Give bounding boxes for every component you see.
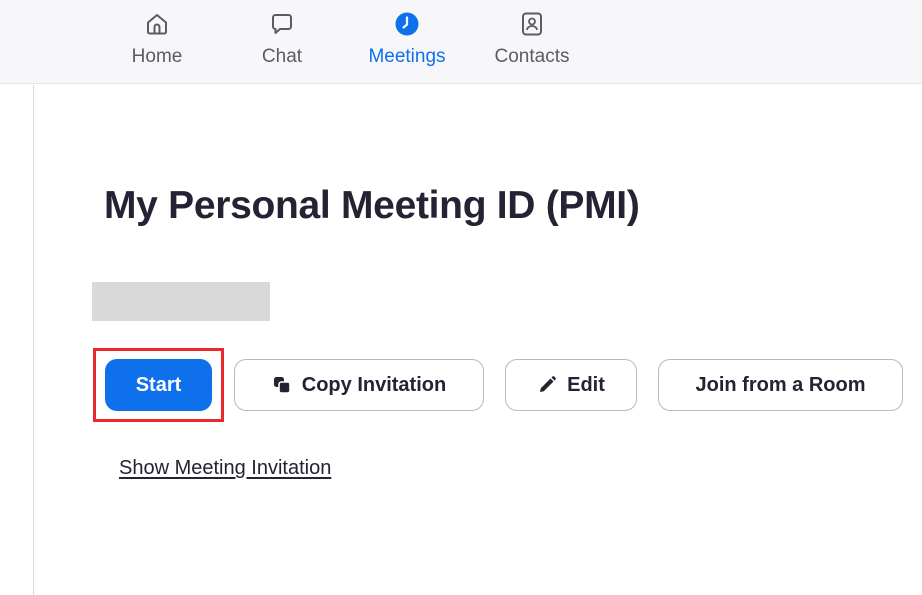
tab-chat-label: Chat: [261, 46, 303, 67]
sidebar-divider: [33, 85, 34, 595]
tab-contacts-label: Contacts: [494, 46, 570, 67]
start-button[interactable]: Start: [105, 359, 212, 411]
edit-button[interactable]: Edit: [505, 359, 637, 411]
tab-chat[interactable]: Chat: [232, 10, 332, 76]
tab-contacts[interactable]: Contacts: [482, 10, 582, 76]
tab-home-label: Home: [131, 46, 183, 67]
tab-meetings[interactable]: Meetings: [357, 10, 457, 76]
chat-bubble-icon: [268, 10, 296, 38]
join-from-room-button[interactable]: Join from a Room: [658, 359, 903, 411]
clock-icon: [393, 10, 421, 38]
join-from-room-label: Join from a Room: [695, 373, 866, 396]
contact-card-icon: [518, 10, 546, 38]
copy-invitation-label: Copy Invitation: [301, 373, 447, 396]
copy-icon: [272, 375, 292, 395]
home-icon: [143, 10, 171, 38]
top-navigation-bar: Home Chat Meetings Contacts: [0, 0, 922, 84]
start-button-label: Start: [135, 373, 182, 396]
pmi-value-redacted: [92, 282, 270, 321]
tab-meetings-label: Meetings: [368, 46, 446, 67]
edit-label: Edit: [567, 373, 605, 396]
copy-invitation-button[interactable]: Copy Invitation: [234, 359, 484, 411]
page-title: My Personal Meeting ID (PMI): [104, 184, 640, 227]
tab-home[interactable]: Home: [107, 10, 207, 76]
pencil-icon: [537, 375, 557, 395]
show-meeting-invitation-link[interactable]: Show Meeting Invitation: [119, 457, 331, 480]
